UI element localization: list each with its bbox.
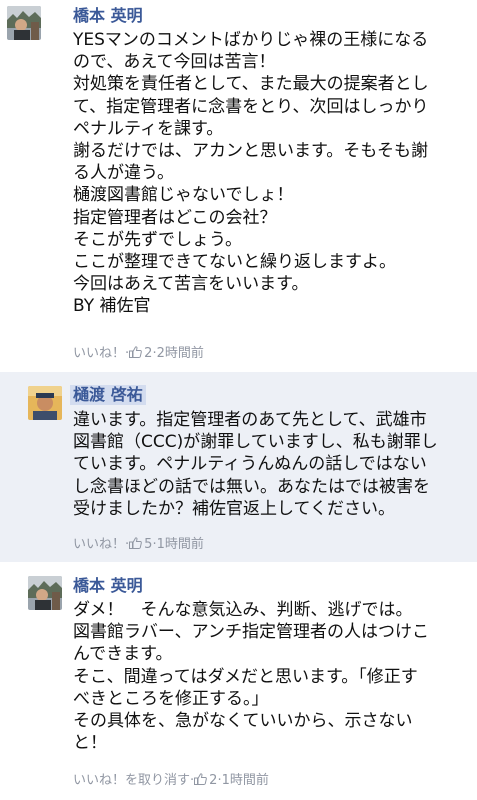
comment-line: その具体を、急がなくていいから、示さない [73, 710, 413, 731]
comment-author[interactable]: 橋本 英明 [73, 6, 143, 26]
comment-line: ています。ペナルティうんぬんの話しではない [73, 454, 427, 475]
comment-line: んできます。 [73, 644, 173, 665]
like-button[interactable]: いいね！ [73, 536, 125, 554]
comment-line: 違います。指定管理者のあて先として、武雄市 [73, 410, 427, 430]
comment-body: YESマンのコメントばかりじゃ裸の王様になる ので、あえて今回は苦言！ 対処策を… [73, 29, 429, 317]
avatar[interactable] [28, 576, 62, 610]
avatar[interactable] [7, 6, 41, 40]
comment-line: 今回はあえて苦言をいいます。 [73, 274, 309, 295]
comment: 橋本 英明 YESマンのコメントばかりじゃ裸の王様になる ので、あえて今回は苦言… [0, 0, 477, 372]
comment-author[interactable]: 樋渡 啓祐 [70, 385, 146, 405]
like-count[interactable]: 5 [144, 536, 152, 554]
thumbs-up-icon[interactable] [129, 346, 142, 358]
comment-line: 対処策を責任者として、また最大の提案者とし [73, 74, 429, 95]
comment: 橋本 英明 ダメ！ そんな意気込み、判断、逃げでは。 図書館ラバー、アンチ指定管… [0, 562, 477, 800]
like-count[interactable]: 2 [144, 345, 152, 363]
comment-line: 図書館（CCC)が謝罪していますし、私も謝罪し [73, 432, 438, 453]
comment-line: 謝るだけでは、アカンと思います。そもそも謝 [73, 140, 428, 161]
comment-body: 違います。指定管理者のあて先として、武雄市 図書館（CCC)が謝罪していますし、… [73, 409, 438, 520]
comment-line: て、指定管理者に念書をとり、次回はしっかり [73, 96, 429, 117]
comment-thread: 橋本 英明 YESマンのコメントばかりじゃ裸の王様になる ので、あえて今回は苦言… [0, 0, 477, 800]
comment-line: そこ、間違ってはダメだと思います。「修正す [73, 666, 418, 687]
comment-line: と！ [73, 733, 107, 754]
timestamp[interactable]: 1時間前 [222, 772, 269, 790]
comment-line: 樋渡図書館じゃないでしょ！ [73, 185, 294, 206]
comment-line: 図書館ラバー、アンチ指定管理者の人はつけこ [73, 622, 429, 643]
like-button[interactable]: いいね！ [73, 345, 125, 363]
comment-line: し念書ほどの話では無い。あなたはでは被害を [73, 476, 430, 497]
comment-line: ここが整理できてないと繰り返しますよ。 [73, 251, 396, 272]
comment-line: ダメ！ そんな意気込み、判断、逃げでは。 [73, 600, 413, 620]
comment-line: べきところを修正する。」 [73, 688, 269, 709]
like-count[interactable]: 2 [209, 772, 217, 790]
comment-line: ペナルティを課す。 [73, 118, 224, 139]
comment-body: ダメ！ そんな意気込み、判断、逃げでは。 図書館ラバー、アンチ指定管理者の人はつ… [73, 599, 429, 754]
comment-line: る人が違う。 [73, 163, 174, 184]
comment-line: 指定管理者はどこの会社？ [73, 207, 277, 228]
comment-actions: いいね！を取り消す · 2 · 1時間前 [73, 772, 269, 790]
thumbs-up-icon[interactable] [194, 773, 207, 785]
comment-line: ので、あえて今回は苦言！ [73, 52, 276, 73]
avatar[interactable] [28, 386, 62, 420]
comment-actions: いいね！ · 5 · 1時間前 [73, 536, 204, 554]
comment-line: そこが先ずでしょう。 [73, 229, 242, 250]
comment-author[interactable]: 橋本 英明 [73, 576, 143, 596]
timestamp[interactable]: 2時間前 [157, 345, 204, 363]
comment-line: BY 補佐官 [73, 296, 151, 317]
timestamp[interactable]: 1時間前 [157, 536, 204, 554]
thumbs-up-icon[interactable] [129, 537, 142, 549]
comment: 樋渡 啓祐 違います。指定管理者のあて先として、武雄市 図書館（CCC)が謝罪し… [0, 372, 477, 562]
unlike-button[interactable]: いいね！を取り消す [73, 772, 190, 790]
comment-line: 受けましたか？補佐官返上してください。 [73, 498, 395, 519]
comment-line: YESマンのコメントばかりじゃ裸の王様になる [73, 30, 429, 50]
comment-actions: いいね！ · 2 · 2時間前 [73, 345, 204, 363]
